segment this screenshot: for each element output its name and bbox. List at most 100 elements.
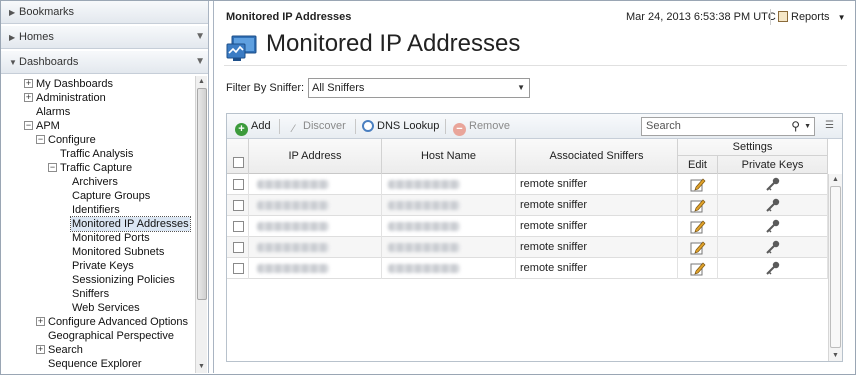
scroll-up-arrow-icon[interactable]: ▲ — [830, 174, 841, 185]
edit-cell — [678, 216, 718, 237]
search-icon[interactable]: ⚲ — [791, 118, 800, 135]
tree-item-sessionizing-policies[interactable]: Sessionizing Policies — [72, 273, 175, 287]
expand-icon[interactable]: + — [36, 345, 45, 354]
chevron-down-icon[interactable]: ▼ — [804, 118, 811, 135]
discover-button[interactable]: ⁄ Discover — [287, 118, 346, 135]
tree-item-traffic-capture[interactable]: Traffic Capture — [60, 161, 132, 175]
column-header-associated-sniffers[interactable]: Associated Sniffers — [516, 139, 678, 174]
divider — [355, 119, 356, 134]
column-header-edit[interactable]: Edit — [678, 156, 718, 174]
tree-item-sequence-explorer[interactable]: Sequence Explorer — [48, 357, 142, 371]
grid-scrollbar[interactable]: ▲ ▼ — [828, 174, 842, 361]
table-row[interactable]: remote sniffer — [227, 237, 828, 258]
redacted-host-name — [388, 264, 460, 273]
edit-icon[interactable] — [690, 219, 706, 234]
row-checkbox[interactable] — [233, 263, 244, 274]
key-icon[interactable] — [765, 198, 781, 213]
tree-item-sniffers[interactable]: Sniffers — [72, 287, 109, 301]
add-button[interactable]: + Add — [235, 118, 271, 136]
row-select-cell — [227, 258, 249, 279]
discover-label: Discover — [303, 120, 346, 132]
collapse-icon[interactable]: − — [36, 135, 45, 144]
key-icon[interactable] — [765, 177, 781, 192]
tree-item-configure-advanced-options[interactable]: Configure Advanced Options — [48, 315, 188, 329]
filter-icon[interactable]: ▼ — [195, 26, 205, 48]
host-name-cell — [382, 174, 516, 195]
tree-item-alarms[interactable]: Alarms — [36, 105, 70, 119]
row-checkbox[interactable] — [233, 242, 244, 253]
tree-item-geographical-perspective[interactable]: Geographical Perspective — [48, 329, 174, 343]
tree-item-configure[interactable]: Configure — [48, 133, 96, 147]
scroll-up-arrow-icon[interactable]: ▲ — [196, 76, 207, 87]
scroll-down-arrow-icon[interactable]: ▼ — [830, 350, 841, 361]
sniffer-filter-select[interactable]: All Sniffers ▼ — [308, 78, 530, 98]
table-row[interactable]: remote sniffer — [227, 195, 828, 216]
collapse-icon[interactable]: − — [24, 121, 33, 130]
edit-icon[interactable] — [690, 198, 706, 213]
bookmarks-accordion[interactable]: ▶ Bookmarks — [1, 1, 208, 24]
expand-icon[interactable]: + — [24, 79, 33, 88]
key-icon[interactable] — [765, 261, 781, 276]
column-header-private-keys[interactable]: Private Keys — [718, 156, 828, 174]
reports-label: Reports — [791, 11, 830, 23]
scrollbar-thumb[interactable] — [830, 186, 841, 348]
remove-button[interactable]: − Remove — [453, 118, 510, 136]
wand-icon: ⁄ — [292, 123, 295, 135]
tree-item-monitored-subnets[interactable]: Monitored Subnets — [72, 245, 164, 259]
sniffer-name: remote sniffer — [520, 178, 588, 190]
key-icon[interactable] — [765, 219, 781, 234]
homes-accordion[interactable]: ▶ Homes ▼ — [1, 26, 208, 49]
edit-icon[interactable] — [690, 261, 706, 276]
table-row[interactable]: remote sniffer — [227, 174, 828, 195]
tree-item-my-dashboards[interactable]: My Dashboards — [36, 77, 113, 91]
row-checkbox[interactable] — [233, 200, 244, 211]
redacted-ip-address — [257, 180, 329, 189]
host-name-cell — [382, 195, 516, 216]
tree-item-apm[interactable]: APM — [36, 119, 60, 133]
expand-arrow-icon: ▶ — [9, 8, 16, 17]
scroll-down-arrow-icon[interactable]: ▼ — [196, 361, 207, 372]
collapse-icon[interactable]: − — [48, 163, 57, 172]
grid-header: IP Address Host Name Associated Sniffers… — [227, 139, 828, 174]
dashboards-accordion[interactable]: ▼ Dashboards ▼ — [1, 51, 208, 74]
ip-address-cell — [249, 237, 382, 258]
table-row[interactable]: remote sniffer — [227, 258, 828, 279]
edit-icon[interactable] — [690, 177, 706, 192]
row-checkbox[interactable] — [233, 221, 244, 232]
host-name-cell — [382, 216, 516, 237]
tree-item-search[interactable]: Search — [48, 343, 83, 357]
column-header-label: Host Name — [420, 150, 477, 162]
tree-scrollbar[interactable]: ▲ ▼ — [195, 76, 207, 373]
private-keys-cell — [718, 258, 828, 279]
key-icon[interactable] — [765, 240, 781, 255]
dns-lookup-button[interactable]: DNS Lookup — [362, 118, 439, 135]
search-input[interactable]: Search ⚲ ▼ — [641, 117, 815, 136]
grid-body: remote sniffer remote sniffer remote sniff… — [227, 174, 828, 361]
tree-item-monitored-ports[interactable]: Monitored Ports — [72, 231, 150, 245]
tree-item-capture-groups[interactable]: Capture Groups — [72, 189, 150, 203]
edit-icon[interactable] — [690, 240, 706, 255]
tree-item-identifiers[interactable]: Identifiers — [72, 203, 120, 217]
ip-address-cell — [249, 174, 382, 195]
column-header-ip-address[interactable]: IP Address — [249, 139, 382, 174]
scrollbar-thumb[interactable] — [197, 88, 207, 300]
filter-icon[interactable]: ▼ — [195, 51, 205, 73]
tree-item-private-keys[interactable]: Private Keys — [72, 259, 134, 273]
column-header-host-name[interactable]: Host Name — [382, 139, 516, 174]
column-menu-icon[interactable]: ☰ — [825, 120, 834, 131]
column-group-settings: Settings — [678, 139, 828, 156]
redacted-ip-address — [257, 222, 329, 231]
tree-item-archivers[interactable]: Archivers — [72, 175, 118, 189]
reports-button[interactable]: Reports ▼ — [778, 11, 846, 23]
tree-item-traffic-analysis[interactable]: Traffic Analysis — [60, 147, 133, 161]
row-checkbox[interactable] — [233, 179, 244, 190]
tree-item-administration[interactable]: Administration — [36, 91, 106, 105]
main-content: Monitored IP Addresses Mar 24, 2013 6:53… — [213, 1, 854, 373]
tree-item-web-services[interactable]: Web Services — [72, 301, 140, 315]
expand-icon[interactable]: + — [24, 93, 33, 102]
table-row[interactable]: remote sniffer — [227, 216, 828, 237]
expand-icon[interactable]: + — [36, 317, 45, 326]
tree-item-monitored-ip-addresses[interactable]: Monitored IP Addresses — [70, 216, 191, 232]
select-all-checkbox[interactable] — [233, 157, 244, 168]
select-all-cell — [227, 139, 249, 174]
